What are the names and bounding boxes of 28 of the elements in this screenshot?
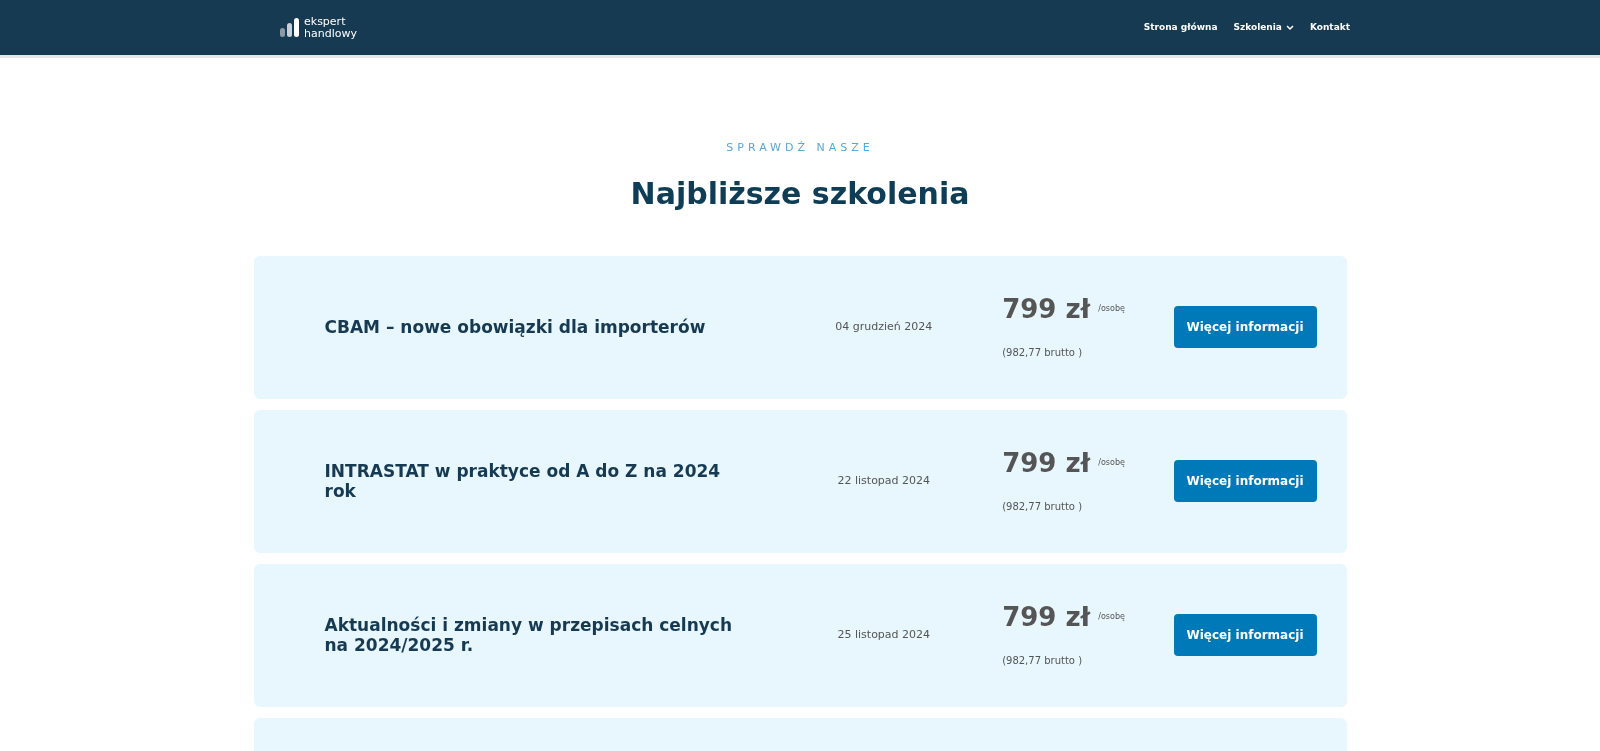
nav-link[interactable]: Strona główna [1143, 20, 1218, 35]
training-date: 22 listopad 2024 [836, 472, 932, 489]
more-info-button[interactable]: Więcej informacji [1173, 614, 1317, 656]
price: 799 zł [1002, 448, 1091, 477]
more-info-button[interactable]: Więcej informacji [1173, 306, 1317, 348]
logo-text: handlowy [304, 27, 357, 40]
more-info-button[interactable]: Więcej informacji [1173, 460, 1317, 502]
training-date: 04 grudzień 2024 [834, 318, 934, 335]
logo-text: ekspert [304, 15, 347, 28]
section-title: Najbliższe szkolenia [630, 174, 970, 213]
price-unit: /osobę [1098, 302, 1125, 315]
training-title: CBAM – nowe obowiązki dla importerów [324, 317, 707, 337]
training-title: INTRASTAT w praktyce od A do Z na 2024 rok [324, 461, 722, 501]
section-eyebrow: SPRAWDŹ NASZE [726, 140, 874, 156]
training-date: 25 listopad 2024 [836, 626, 932, 643]
nav-link[interactable]: Kontakt [1309, 20, 1350, 35]
bars-logo-icon [280, 16, 300, 39]
price-unit: /osobę [1098, 456, 1125, 469]
logo[interactable]: ekspert handlowy [280, 15, 357, 40]
gross-price: (982,77 brutto ) [1002, 499, 1084, 514]
gross-price: (982,77 brutto ) [1002, 653, 1084, 668]
gross-price: (982,77 brutto ) [1002, 345, 1084, 360]
chevron-down-icon [1285, 24, 1294, 31]
nav-dropdown[interactable]: Szkolenia [1233, 20, 1294, 35]
price: 799 zł [1002, 602, 1091, 631]
price-unit: /osobę [1098, 610, 1125, 623]
price: 799 zł [1002, 294, 1091, 323]
training-title: Aktualności i zmiany w przepisach celnych na 2024/2025 r. [324, 615, 734, 655]
